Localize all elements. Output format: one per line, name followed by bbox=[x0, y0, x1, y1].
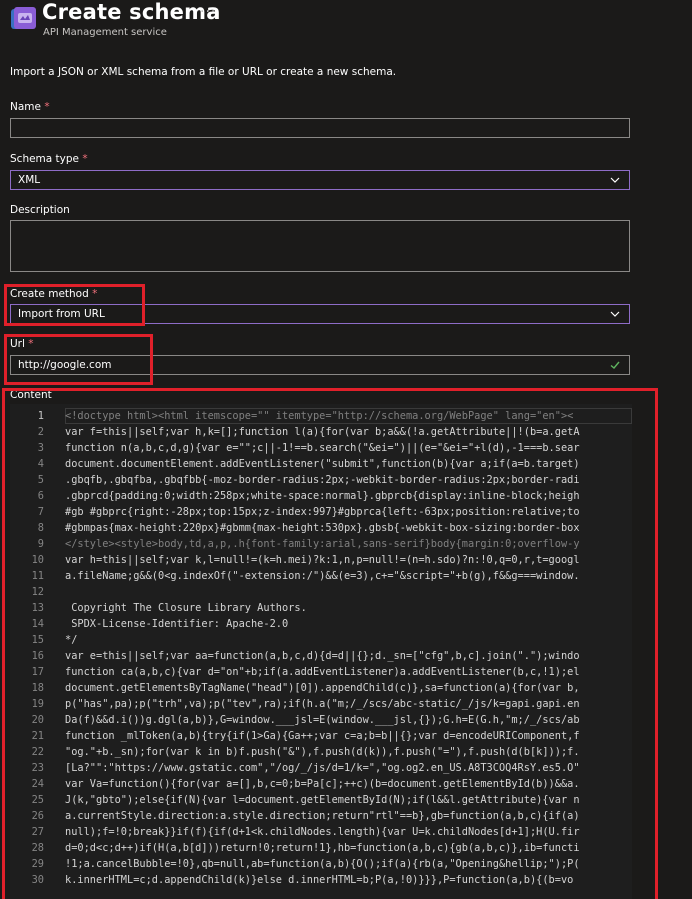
name-label: Name * bbox=[10, 101, 50, 113]
more-options-button[interactable]: ··· bbox=[200, 4, 216, 20]
schema-type-value: XML bbox=[18, 174, 41, 186]
highlight-content bbox=[2, 388, 658, 899]
checkmark-icon bbox=[610, 361, 620, 369]
chevron-down-icon bbox=[610, 311, 620, 317]
name-input[interactable] bbox=[10, 118, 630, 138]
description-label: Description bbox=[10, 204, 70, 216]
chevron-down-icon bbox=[610, 177, 620, 183]
highlight-url bbox=[4, 334, 153, 385]
schema-type-select[interactable]: XML bbox=[10, 170, 630, 190]
page-subtitle: API Management service bbox=[43, 27, 167, 38]
page-title: Create schema bbox=[42, 0, 221, 24]
description-textarea[interactable] bbox=[10, 220, 630, 272]
required-marker: * bbox=[82, 153, 88, 165]
highlight-create-method bbox=[4, 284, 145, 326]
required-marker: * bbox=[44, 101, 50, 113]
schema-type-label: Schema type * bbox=[10, 153, 88, 165]
api-management-icon bbox=[11, 7, 36, 29]
intro-text: Import a JSON or XML schema from a file … bbox=[10, 66, 397, 78]
